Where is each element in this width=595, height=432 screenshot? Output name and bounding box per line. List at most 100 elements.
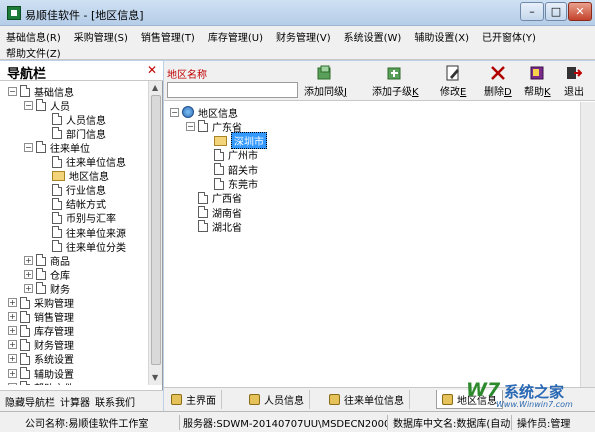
nav-footer-button[interactable]: 计算器: [60, 394, 90, 409]
nav-tree-item[interactable]: + 财务: [24, 281, 70, 296]
nav-tree-item[interactable]: 币别与汇率: [40, 211, 116, 225]
expand-icon[interactable]: +: [8, 298, 17, 307]
nav-tree-item[interactable]: + 销售管理: [8, 310, 74, 324]
tab-2[interactable]: 人员信息: [244, 390, 310, 409]
add-child-button[interactable]: 添加子级K: [372, 65, 419, 99]
nav-scrollbar[interactable]: ▲ ▼: [148, 81, 162, 385]
nav-footer-button[interactable]: 联系我们: [95, 394, 135, 409]
toolbar-button-label: 添加同级J: [304, 83, 347, 98]
nav-tree-item[interactable]: − 往来单位: [24, 140, 90, 155]
tab-label: 主界面: [186, 396, 216, 407]
collapse-icon[interactable]: −: [24, 100, 33, 110]
region-scrollbar[interactable]: [580, 102, 595, 387]
nav-close-icon[interactable]: ✕: [147, 63, 157, 77]
region-tree-label: 东莞市: [228, 180, 258, 191]
tab-3[interactable]: 往来单位信息: [324, 390, 410, 409]
collapse-icon[interactable]: −: [24, 142, 33, 152]
minimize-button[interactable]: –: [520, 2, 544, 21]
nav-tree-item[interactable]: 部门信息: [40, 126, 106, 141]
collapse-icon[interactable]: −: [186, 121, 195, 131]
nav-tree-label: 辅助设置: [34, 369, 74, 381]
nav-tree-item[interactable]: 人员信息: [40, 112, 106, 127]
nav-tree-item[interactable]: − 人员: [24, 98, 70, 113]
scroll-down-icon[interactable]: ▼: [152, 373, 158, 382]
region-name-input[interactable]: [167, 82, 298, 98]
nav-tree-item[interactable]: + 仓库: [24, 267, 70, 282]
expand-icon[interactable]: +: [8, 368, 17, 378]
region-tree-item[interactable]: 湖北省: [186, 219, 242, 234]
delete-button[interactable]: 删除D: [484, 65, 512, 99]
watermark-logo: W7: [466, 379, 501, 401]
nav-scroll-thumb[interactable]: [151, 95, 161, 365]
toolbar-hotkey: E: [460, 87, 467, 98]
expand-icon[interactable]: +: [8, 340, 17, 350]
expand-icon[interactable]: +: [8, 382, 17, 385]
region-tree-item[interactable]: 东莞市: [202, 177, 258, 191]
nav-tree-item[interactable]: 结帐方式: [40, 197, 106, 211]
watermark-url: Www.Winwin7.com: [496, 400, 573, 409]
document-icon: [52, 113, 62, 126]
collapse-icon[interactable]: −: [8, 86, 17, 96]
navigation-pane: 导航栏 ✕ − 基础信息 − 人员 人员信息 部门信息 − 往来单位 往来单位信息 地区信息 行业信…: [0, 61, 163, 411]
nav-tree-item[interactable]: + 采购管理: [8, 296, 74, 310]
nav-tree-label: 销售管理: [34, 313, 74, 325]
document-icon: [20, 367, 30, 379]
filter-toolbar: 地区名称 添加同级J 添加子级K 修改E 删除D 帮助K 退出: [164, 61, 595, 101]
menu-item[interactable]: 已开窗体(Y): [482, 29, 536, 44]
nav-tree-item[interactable]: + 商品: [24, 253, 70, 268]
region-name-label: 地区名称: [167, 70, 207, 81]
nav-tree-item[interactable]: + 库存管理: [8, 324, 74, 338]
nav-tree-item[interactable]: − 基础信息: [8, 84, 74, 99]
nav-tree-item[interactable]: 地区信息: [40, 169, 109, 183]
expand-icon[interactable]: +: [8, 354, 17, 364]
nav-tree-label: 人员: [50, 101, 70, 113]
nav-tree-item[interactable]: 往来单位信息: [40, 155, 126, 169]
menu-item[interactable]: 辅助设置(X): [414, 29, 469, 44]
region-tree-item[interactable]: 韶关市: [202, 162, 258, 177]
nav-tree-label: 库存管理: [34, 327, 74, 339]
tab-1[interactable]: 主界面: [166, 390, 222, 409]
expand-icon[interactable]: +: [8, 326, 17, 336]
nav-tree-label: 财务管理: [34, 341, 74, 353]
menu-item[interactable]: 基础信息(R): [6, 29, 61, 44]
toolbar-hotkey: K: [544, 87, 551, 98]
menu-item[interactable]: 库存管理(U): [208, 29, 263, 44]
menu-item[interactable]: 财务管理(V): [276, 29, 331, 44]
menu-item[interactable]: 销售管理(T): [141, 29, 195, 44]
nav-tree-item[interactable]: + 辅助设置: [8, 366, 74, 381]
expand-icon[interactable]: +: [8, 312, 17, 322]
expand-icon[interactable]: +: [24, 283, 33, 293]
add-sibling-button[interactable]: 添加同级J: [304, 65, 347, 99]
folder-open-icon: [214, 135, 227, 146]
nav-tree-item[interactable]: 往来单位分类: [40, 239, 126, 254]
edit-button[interactable]: 修改E: [440, 65, 466, 99]
scroll-up-icon[interactable]: ▲: [152, 83, 158, 92]
document-icon: [52, 127, 62, 140]
expand-icon[interactable]: +: [24, 255, 33, 265]
nav-tree-item[interactable]: 行业信息: [40, 183, 106, 197]
menu-item[interactable]: 系统设置(W): [344, 29, 402, 44]
document-icon: [198, 120, 208, 133]
region-tree-item[interactable]: 广州市: [202, 148, 258, 162]
nav-tree-item[interactable]: + 系统设置: [8, 352, 74, 366]
nav-tree-item[interactable]: + 财务管理: [8, 338, 74, 352]
region-tree-item[interactable]: 深圳市: [202, 132, 267, 150]
document-icon: [214, 148, 224, 161]
region-tree-item[interactable]: 广西省: [186, 191, 242, 205]
maximize-button[interactable]: □: [545, 2, 567, 21]
document-icon: [52, 240, 62, 253]
menu-item[interactable]: 帮助文件(Z): [6, 45, 61, 60]
expand-icon[interactable]: +: [24, 269, 33, 279]
document-icon: [198, 220, 208, 233]
region-tree-item[interactable]: 湖南省: [186, 205, 242, 220]
help-book-button[interactable]: 帮助K: [524, 65, 551, 99]
nav-tree-item[interactable]: + 帮助文件: [8, 380, 74, 385]
exit-button[interactable]: 退出: [564, 65, 584, 99]
menu-item[interactable]: 采购管理(S): [74, 29, 128, 44]
collapse-icon[interactable]: −: [170, 107, 179, 117]
nav-tree-item[interactable]: 往来单位来源: [40, 225, 126, 240]
toolbar-button-label: 退出: [564, 83, 584, 98]
nav-footer-button[interactable]: 隐藏导航栏: [5, 394, 55, 409]
close-button[interactable]: ✕: [568, 2, 592, 21]
region-tree-item[interactable]: − 地区信息: [170, 105, 238, 120]
